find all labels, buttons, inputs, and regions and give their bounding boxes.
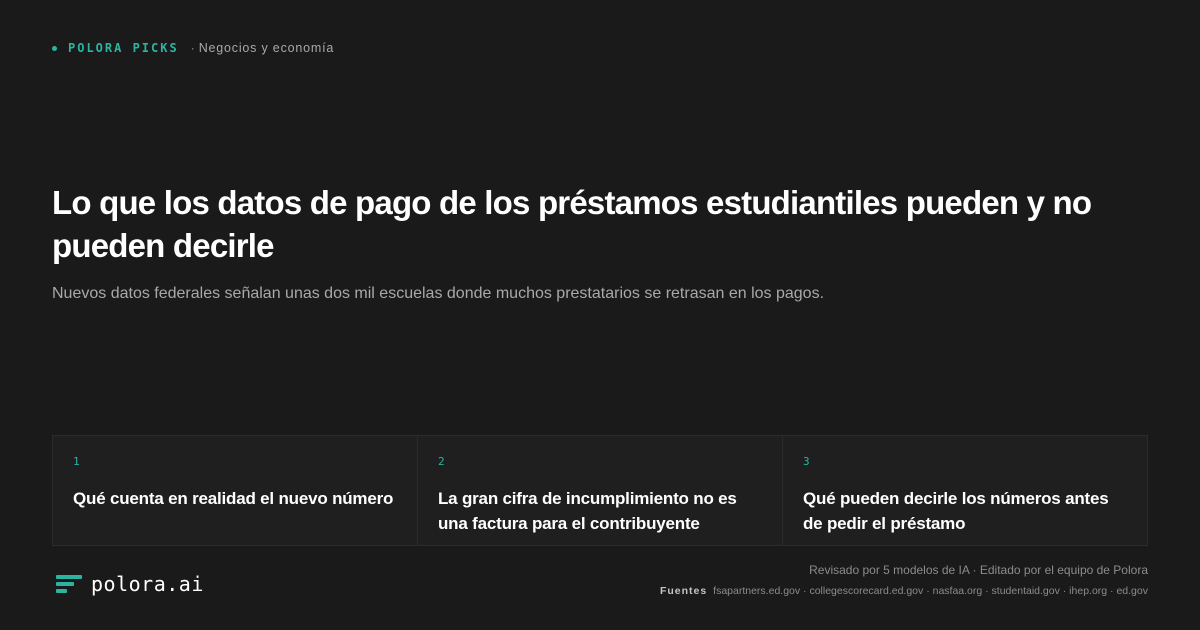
eyebrow-separator: ·	[190, 41, 195, 55]
category-label[interactable]: Negocios y economía	[199, 41, 334, 55]
card-number: 2	[438, 455, 445, 468]
logo-text: polora.ai	[91, 572, 204, 596]
section-card-2[interactable]: 2 La gran cifra de incumplimiento no es …	[418, 436, 783, 545]
brand-dot-icon	[52, 45, 57, 51]
card-title: Qué pueden decirle los números antes de …	[803, 489, 1109, 533]
polora-logo[interactable]: polora.ai	[56, 572, 204, 596]
section-card-3[interactable]: 3 Qué pueden decirle los números antes d…	[783, 436, 1147, 545]
page-subtitle: Nuevos datos federales señalan unas dos …	[52, 285, 825, 302]
card-number: 1	[73, 455, 80, 468]
section-cards: 1 Qué cuenta en realidad el nuevo número…	[52, 435, 1148, 546]
review-note: Revisado por 5 modelos de IA · Editado p…	[809, 563, 1148, 577]
eyebrow: POLORA PICKS · Negocios y economía	[52, 40, 334, 56]
sources-line: Fuentes fsapartners.ed.gov · collegescor…	[660, 584, 1148, 598]
card-title: Qué cuenta en realidad el nuevo número	[73, 489, 394, 508]
sources-label: Fuentes	[659, 585, 708, 597]
brand-label: POLORA PICKS	[68, 41, 179, 55]
polora-bars-icon	[56, 575, 82, 593]
card-number: 3	[803, 455, 810, 468]
section-card-1[interactable]: 1 Qué cuenta en realidad el nuevo número	[53, 436, 418, 545]
page-title: Lo que los datos de pago de los préstamo…	[52, 184, 1092, 264]
footer-meta: Revisado por 5 modelos de IA · Editado p…	[660, 562, 1148, 598]
sources-list[interactable]: fsapartners.ed.gov · collegescorecard.ed…	[713, 585, 1148, 597]
card-title: La gran cifra de incumplimiento no es un…	[438, 489, 737, 533]
